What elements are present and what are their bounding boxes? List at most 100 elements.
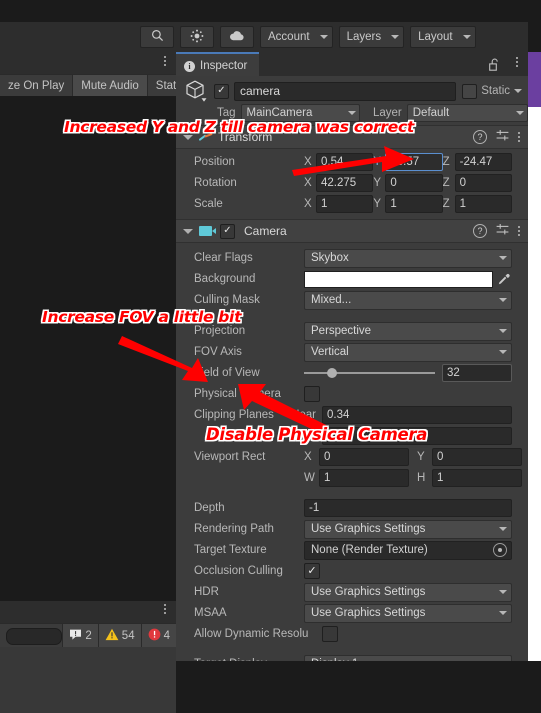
account-dropdown[interactable]: Account <box>260 26 333 48</box>
viewport-h-input[interactable]: 1 <box>432 469 522 487</box>
rotation-x-input[interactable]: 42.275 <box>316 174 374 192</box>
hdr-value: Use Graphics Settings <box>311 586 426 598</box>
inspector-menu-icon[interactable] <box>516 57 518 67</box>
eyedropper-icon[interactable] <box>495 273 512 286</box>
object-picker-icon[interactable] <box>493 543 507 557</box>
field-of-view-control: 32 <box>304 364 528 382</box>
scale-vector: X 1 Y 1 Z 1 <box>304 195 528 213</box>
chevron-down-icon <box>391 35 400 39</box>
viewport-y-input[interactable]: 0 <box>432 448 522 466</box>
msaa-dropdown[interactable]: Use Graphics Settings <box>304 603 512 623</box>
mute-audio-button[interactable]: Mute Audio <box>73 75 148 97</box>
hdr-dropdown[interactable]: Use Graphics Settings <box>304 582 512 602</box>
search-button[interactable] <box>140 26 174 48</box>
camera-component-header[interactable]: ✓ Camera ? <box>176 219 528 243</box>
field-of-view-slider[interactable] <box>304 368 435 378</box>
tab-inspector[interactable]: i Inspector <box>176 52 260 78</box>
chevron-down-icon <box>499 611 507 615</box>
object-name-input[interactable]: camera <box>234 81 457 101</box>
position-x-input[interactable]: 0.54 <box>316 153 374 171</box>
viewport-x-input[interactable]: 0 <box>319 448 409 466</box>
warning-count-badge[interactable]: 54 <box>97 624 141 648</box>
camera-row-clear-flags: Clear Flags Skybox <box>176 248 528 268</box>
preset-icon[interactable] <box>496 129 509 145</box>
clipping-near-group: Near 0.34 <box>286 406 528 424</box>
console-search-input[interactable] <box>6 627 63 645</box>
scale-x-input[interactable]: 1 <box>316 195 374 213</box>
object-name-value: camera <box>240 84 281 98</box>
culling-mask-dropdown[interactable]: Mixed... <box>304 290 512 310</box>
object-enabled-checkbox[interactable]: ✓ <box>214 83 229 99</box>
field-of-view-slider-handle[interactable] <box>326 368 337 378</box>
axis-x-label: X <box>304 156 312 168</box>
scale-label: Scale <box>194 198 223 210</box>
position-z-input[interactable]: -24.47 <box>454 153 512 171</box>
foldout-triangle-icon[interactable] <box>183 228 193 234</box>
transform-properties: Position X 0.54 Y 16.57 Z -24.47 Rotatio… <box>176 149 528 219</box>
viewport-x-label: X <box>304 451 312 463</box>
depth-input[interactable]: -1 <box>304 499 512 517</box>
fov-axis-dropdown[interactable]: Vertical <box>304 342 512 362</box>
position-y-value: 16.57 <box>390 156 420 168</box>
position-x-value: 0.54 <box>321 156 344 168</box>
allow-dynamic-resolution-checkbox[interactable] <box>322 626 338 642</box>
viewport-wh-group: W 1 H 1 <box>304 469 528 487</box>
help-icon[interactable]: ? <box>473 130 487 144</box>
inspector-window: i Inspector ✓ camera Static Tag MainCame… <box>176 52 528 661</box>
rotation-z-input[interactable]: 0 <box>454 174 512 192</box>
inspector-content: ✓ camera Static Tag MainCamera Layer Def… <box>176 76 528 661</box>
chevron-down-icon <box>499 256 507 260</box>
target-texture-field[interactable]: None (Render Texture) <box>304 540 512 560</box>
target-display-dropdown[interactable]: Display 1 <box>304 654 512 661</box>
camera-row-physical-camera: Physical Camera <box>176 385 528 403</box>
error-count-badge[interactable]: 4 <box>140 624 176 648</box>
rotation-y-input[interactable]: 0 <box>385 174 443 192</box>
layer-dropdown[interactable]: Default <box>406 104 528 122</box>
preset-icon[interactable] <box>496 223 509 239</box>
gizmo-light-button[interactable] <box>180 26 214 48</box>
object-name-row: ✓ camera Static <box>176 80 528 102</box>
layers-dropdown[interactable]: Layers <box>338 26 405 48</box>
background-color-swatch[interactable] <box>304 270 493 288</box>
chevron-down-icon[interactable] <box>514 89 522 93</box>
near-input[interactable]: 0.34 <box>322 406 512 424</box>
game-view-render-area[interactable] <box>0 96 176 601</box>
message-count-badge[interactable]: 2 <box>62 624 98 648</box>
lock-open-icon[interactable] <box>489 58 500 74</box>
projection-dropdown[interactable]: Perspective <box>304 321 512 341</box>
layout-dropdown[interactable]: Layout <box>410 26 476 48</box>
scale-y-input[interactable]: 1 <box>385 195 443 213</box>
viewport-y-label: Y <box>417 451 425 463</box>
help-icon[interactable]: ? <box>473 224 487 238</box>
game-view-menu-icon[interactable] <box>164 56 166 66</box>
field-of-view-input[interactable]: 32 <box>442 364 512 382</box>
camera-row-target-display: Target Display Display 1 <box>176 654 528 661</box>
viewport-rect-label: Viewport Rect <box>194 451 266 463</box>
position-z-value: -24.47 <box>459 156 493 168</box>
transform-menu-icon[interactable] <box>518 132 520 142</box>
static-checkbox[interactable] <box>462 83 478 99</box>
camera-menu-icon[interactable] <box>518 226 520 236</box>
occlusion-culling-checkbox[interactable]: ✓ <box>304 563 320 579</box>
camera-row-background: Background <box>176 270 528 288</box>
project-panel-area <box>0 647 176 713</box>
scale-z-input[interactable]: 1 <box>454 195 512 213</box>
clear-flags-dropdown[interactable]: Skybox <box>304 248 512 268</box>
physical-camera-checkbox[interactable] <box>304 386 320 402</box>
near-value: 0.34 <box>327 409 350 421</box>
gizmo-light-icon <box>190 29 204 46</box>
viewport-w-input[interactable]: 1 <box>319 469 409 487</box>
position-x-group: X 0.54 <box>304 153 374 171</box>
position-vector: X 0.54 Y 16.57 Z -24.47 <box>304 153 528 171</box>
rendering-path-dropdown[interactable]: Use Graphics Settings <box>304 519 512 539</box>
camera-enabled-checkbox[interactable]: ✓ <box>220 223 235 239</box>
cloud-button[interactable] <box>220 26 254 48</box>
maximize-on-play-button[interactable]: ze On Play <box>0 75 74 97</box>
position-z-group: Z -24.47 <box>443 153 512 171</box>
camera-header-icons: ? <box>473 223 520 239</box>
position-y-input[interactable]: 16.57 <box>385 153 443 171</box>
camera-row-allow-dynamic-resolution: Allow Dynamic Resolu <box>176 625 528 643</box>
console-menu-icon[interactable] <box>164 604 166 614</box>
camera-row-msaa: MSAA Use Graphics Settings <box>176 603 528 623</box>
static-toggle-group[interactable]: Static <box>462 83 522 99</box>
